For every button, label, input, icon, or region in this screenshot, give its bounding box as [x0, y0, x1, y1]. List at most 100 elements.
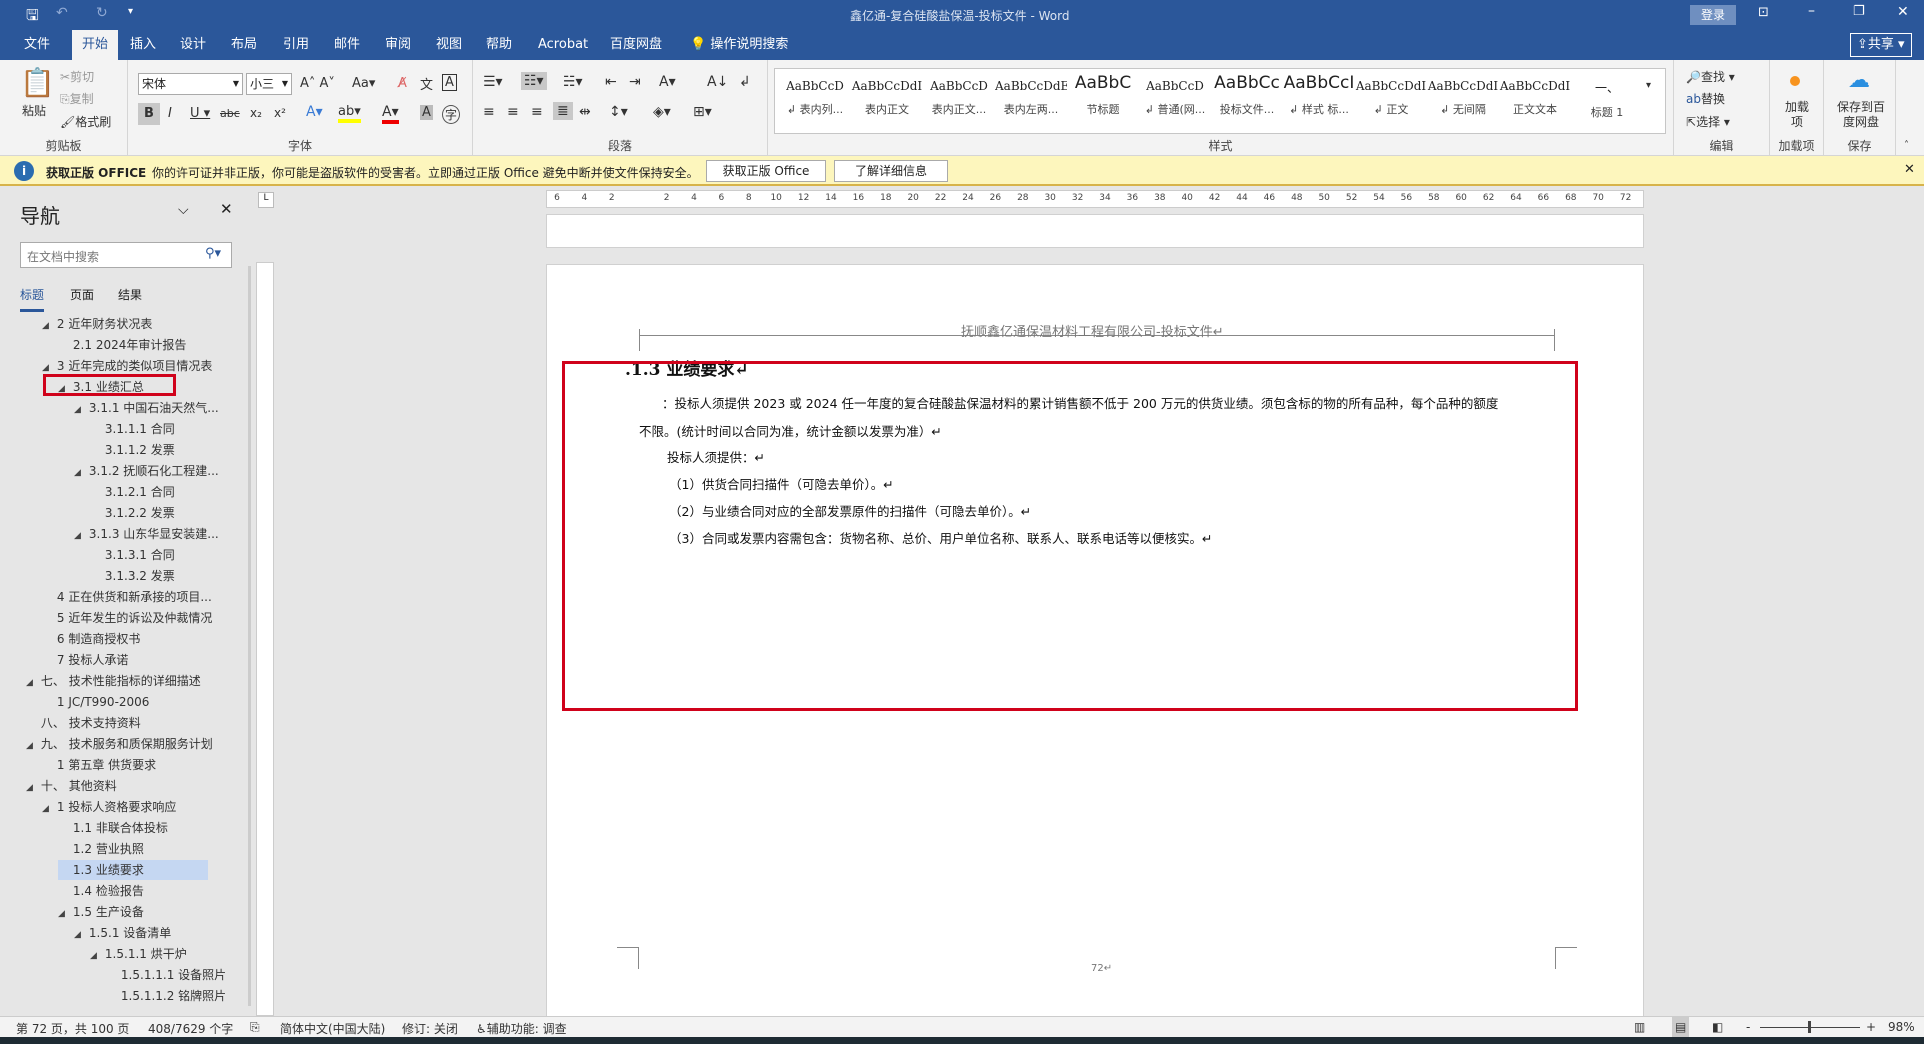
style-item[interactable]: AaBbC 节标题 — [1067, 69, 1139, 133]
asian-layout-icon[interactable]: A▾ — [659, 74, 676, 90]
tab-selector[interactable]: L — [258, 192, 274, 208]
nav-heading-item[interactable]: ◢1.4 检验报告 — [58, 881, 144, 901]
nav-heading-item[interactable]: ◢ 1 投标人资格要求响应 — [42, 797, 176, 817]
nav-heading-item[interactable]: ◢1.5.1.1.2 铭牌照片 — [106, 986, 226, 1006]
nav-tab-pages[interactable]: 页面 — [70, 286, 94, 303]
nav-heading-item[interactable]: ◢2.1 2024年审计报告 — [58, 335, 186, 355]
minimize-button[interactable]: – — [1808, 3, 1815, 19]
style-item[interactable]: AaBbCcDdI 正文文本 — [1499, 69, 1571, 133]
font-name-select[interactable]: 宋体 ▼ — [138, 73, 243, 95]
style-item[interactable]: AaBbCcD ↲ 表内列... — [779, 69, 851, 133]
restore-button[interactable]: ❐ — [1853, 4, 1865, 19]
collapse-triangle-icon[interactable]: ◢ — [42, 363, 49, 373]
nav-tab-headings[interactable]: 标题 — [20, 286, 45, 312]
numbering-icon[interactable]: ☷▾ — [521, 72, 547, 90]
underline-button[interactable]: U ▾ — [190, 106, 210, 121]
accessibility-status[interactable]: ♿辅助功能: 调查 — [476, 1020, 567, 1037]
save-to-baidu-button[interactable]: 保存到百度网盘 — [1832, 100, 1890, 130]
nav-heading-item[interactable]: ◢3.1.2.1 合同 — [90, 482, 175, 502]
nav-heading-item[interactable]: ◢ 3.1.2 抚顺石化工程建... — [74, 461, 219, 481]
proofing-icon[interactable]: ⎘ — [250, 1020, 260, 1035]
find-button[interactable]: 🔎查找 ▾ — [1686, 68, 1735, 85]
ribbon-display-icon[interactable]: ⊡ — [1758, 5, 1769, 20]
nav-heading-item[interactable]: ◢ 3 近年完成的类似项目情况表 — [42, 356, 212, 376]
vertical-ruler[interactable] — [256, 262, 274, 1016]
font-color-icon[interactable]: A▾ — [382, 104, 399, 124]
nav-heading-item[interactable]: ◢3.1.1.1 合同 — [90, 419, 175, 439]
horizontal-ruler[interactable]: 6 4 2 2 4 6 8 10 12 14 16 18 20 22 24 26 28 30 32 34 36 38 40 4… — [546, 190, 1644, 208]
nav-heading-item[interactable]: ◢7 投标人承诺 — [42, 650, 128, 670]
nav-heading-item[interactable]: ◢1 第五章 供货要求 — [42, 755, 156, 775]
style-item[interactable]: AaBbCcD 表内正文... — [923, 69, 995, 133]
style-item[interactable]: AaBbCcDdI ↲ 无间隔 — [1427, 69, 1499, 133]
nav-heading-item[interactable]: ◢ 3.1.1 中国石油天然气... — [74, 398, 219, 418]
select-button[interactable]: ⇱选择 ▾ — [1686, 113, 1730, 130]
cut-button[interactable]: ✂剪切 — [60, 68, 94, 85]
char-border-icon[interactable]: A — [442, 74, 457, 91]
track-changes[interactable]: 修订: 关闭 — [402, 1020, 458, 1037]
zoom-level[interactable]: 98% — [1888, 1020, 1915, 1034]
font-size-select[interactable]: 小三 ▼ — [246, 73, 292, 95]
learn-more-button[interactable]: 了解详细信息 — [834, 160, 948, 182]
increase-indent-icon[interactable]: ⇥ — [629, 74, 641, 90]
tab-home[interactable]: 开始 — [72, 30, 118, 60]
tab-layout[interactable]: 布局 — [223, 30, 265, 60]
replace-button[interactable]: ab替换 — [1686, 90, 1725, 107]
nav-heading-item[interactable]: ◢3.1.3.1 合同 — [90, 545, 175, 565]
style-item[interactable]: AaBbCcDdI ↲ 正文 — [1355, 69, 1427, 133]
page-count[interactable]: 第 72 页，共 100 页 — [16, 1020, 129, 1037]
style-item[interactable]: AaBbCcDdI 表内正文 — [851, 69, 923, 133]
nav-close-icon[interactable]: ✕ — [220, 200, 233, 218]
multilevel-list-icon[interactable]: ☵▾ — [563, 74, 583, 90]
get-genuine-office-button[interactable]: 获取正版 Office — [706, 160, 826, 182]
collapse-triangle-icon[interactable]: ◢ — [42, 804, 49, 814]
nav-scrollbar[interactable] — [248, 266, 251, 1006]
superscript-button[interactable]: x² — [274, 106, 286, 120]
nav-heading-item[interactable]: ◢ 九、 技术服务和质保期服务计划 — [26, 734, 213, 754]
decrease-indent-icon[interactable]: ⇤ — [605, 74, 617, 90]
bullets-icon[interactable]: ☰▾ — [483, 74, 503, 90]
shading-icon[interactable]: ◈▾ — [653, 104, 671, 120]
nav-heading-item[interactable]: ◢ 十、 其他资料 — [26, 776, 117, 796]
sort-icon[interactable]: A↓ — [707, 74, 728, 90]
collapse-ribbon-icon[interactable]: ˄ — [1904, 140, 1909, 151]
strikethrough-button[interactable]: abc — [220, 107, 240, 120]
infobar-close-icon[interactable]: ✕ — [1904, 162, 1915, 177]
copy-button[interactable]: ⎘复制 — [60, 90, 94, 107]
nav-heading-item[interactable]: ◢1.5.1.1.1 设备照片 — [106, 965, 226, 985]
addins-button[interactable]: 加载项 — [1784, 100, 1810, 130]
phonetic-guide-icon[interactable]: 文 — [420, 74, 433, 93]
collapse-triangle-icon[interactable]: ◢ — [74, 405, 81, 415]
collapse-triangle-icon[interactable]: ◢ — [74, 930, 81, 940]
style-item[interactable]: AaBbCcDdEe 表内左两... — [995, 69, 1067, 133]
tab-design[interactable]: 设计 — [172, 30, 214, 60]
print-layout-icon[interactable]: ▤ — [1672, 1017, 1690, 1037]
tab-baidu-netdisk[interactable]: 百度网盘 — [602, 30, 670, 60]
line-spacing-icon[interactable]: ↕▾ — [609, 104, 628, 120]
tab-insert[interactable]: 插入 — [122, 30, 164, 60]
web-layout-icon[interactable]: ◧ — [1712, 1020, 1723, 1034]
paste-icon[interactable]: 📋 — [20, 66, 55, 99]
collapse-triangle-icon[interactable]: ◢ — [26, 678, 33, 688]
collapse-triangle-icon[interactable]: ◢ — [90, 951, 97, 961]
styles-more-button[interactable]: ▾ — [1646, 80, 1651, 91]
nav-heading-item[interactable]: ◢ 2 近年财务状况表 — [42, 314, 152, 334]
search-icon[interactable]: ⚲▾ — [205, 246, 221, 261]
align-left-icon[interactable]: ≡ — [483, 104, 495, 120]
align-center-icon[interactable]: ≡ — [507, 104, 519, 120]
tab-mailings[interactable]: 邮件 — [326, 30, 368, 60]
align-right-icon[interactable]: ≡ — [531, 104, 543, 120]
tab-review[interactable]: 审阅 — [377, 30, 419, 60]
justify-icon[interactable]: ≣ — [553, 102, 573, 120]
borders-icon[interactable]: ⊞▾ — [693, 104, 712, 120]
redo-icon[interactable]: ↻ — [96, 5, 108, 21]
collapse-triangle-icon[interactable]: ◢ — [74, 531, 81, 541]
style-item[interactable]: AaBbCcD ↲ 普通(网... — [1139, 69, 1211, 133]
clear-format-icon[interactable]: A̸ — [398, 76, 407, 91]
nav-heading-item[interactable]: ◢ 1.5.1.1 烘干炉 — [90, 944, 187, 964]
highlight-color-icon[interactable]: ab▾ — [338, 104, 361, 123]
nav-heading-item[interactable]: ◢4 正在供货和新承接的项目... — [42, 587, 212, 607]
nav-heading-item[interactable]: ◢八、 技术支持资料 — [26, 713, 141, 733]
collapse-triangle-icon[interactable]: ◢ — [42, 321, 49, 331]
tab-acrobat[interactable]: Acrobat — [530, 30, 596, 60]
